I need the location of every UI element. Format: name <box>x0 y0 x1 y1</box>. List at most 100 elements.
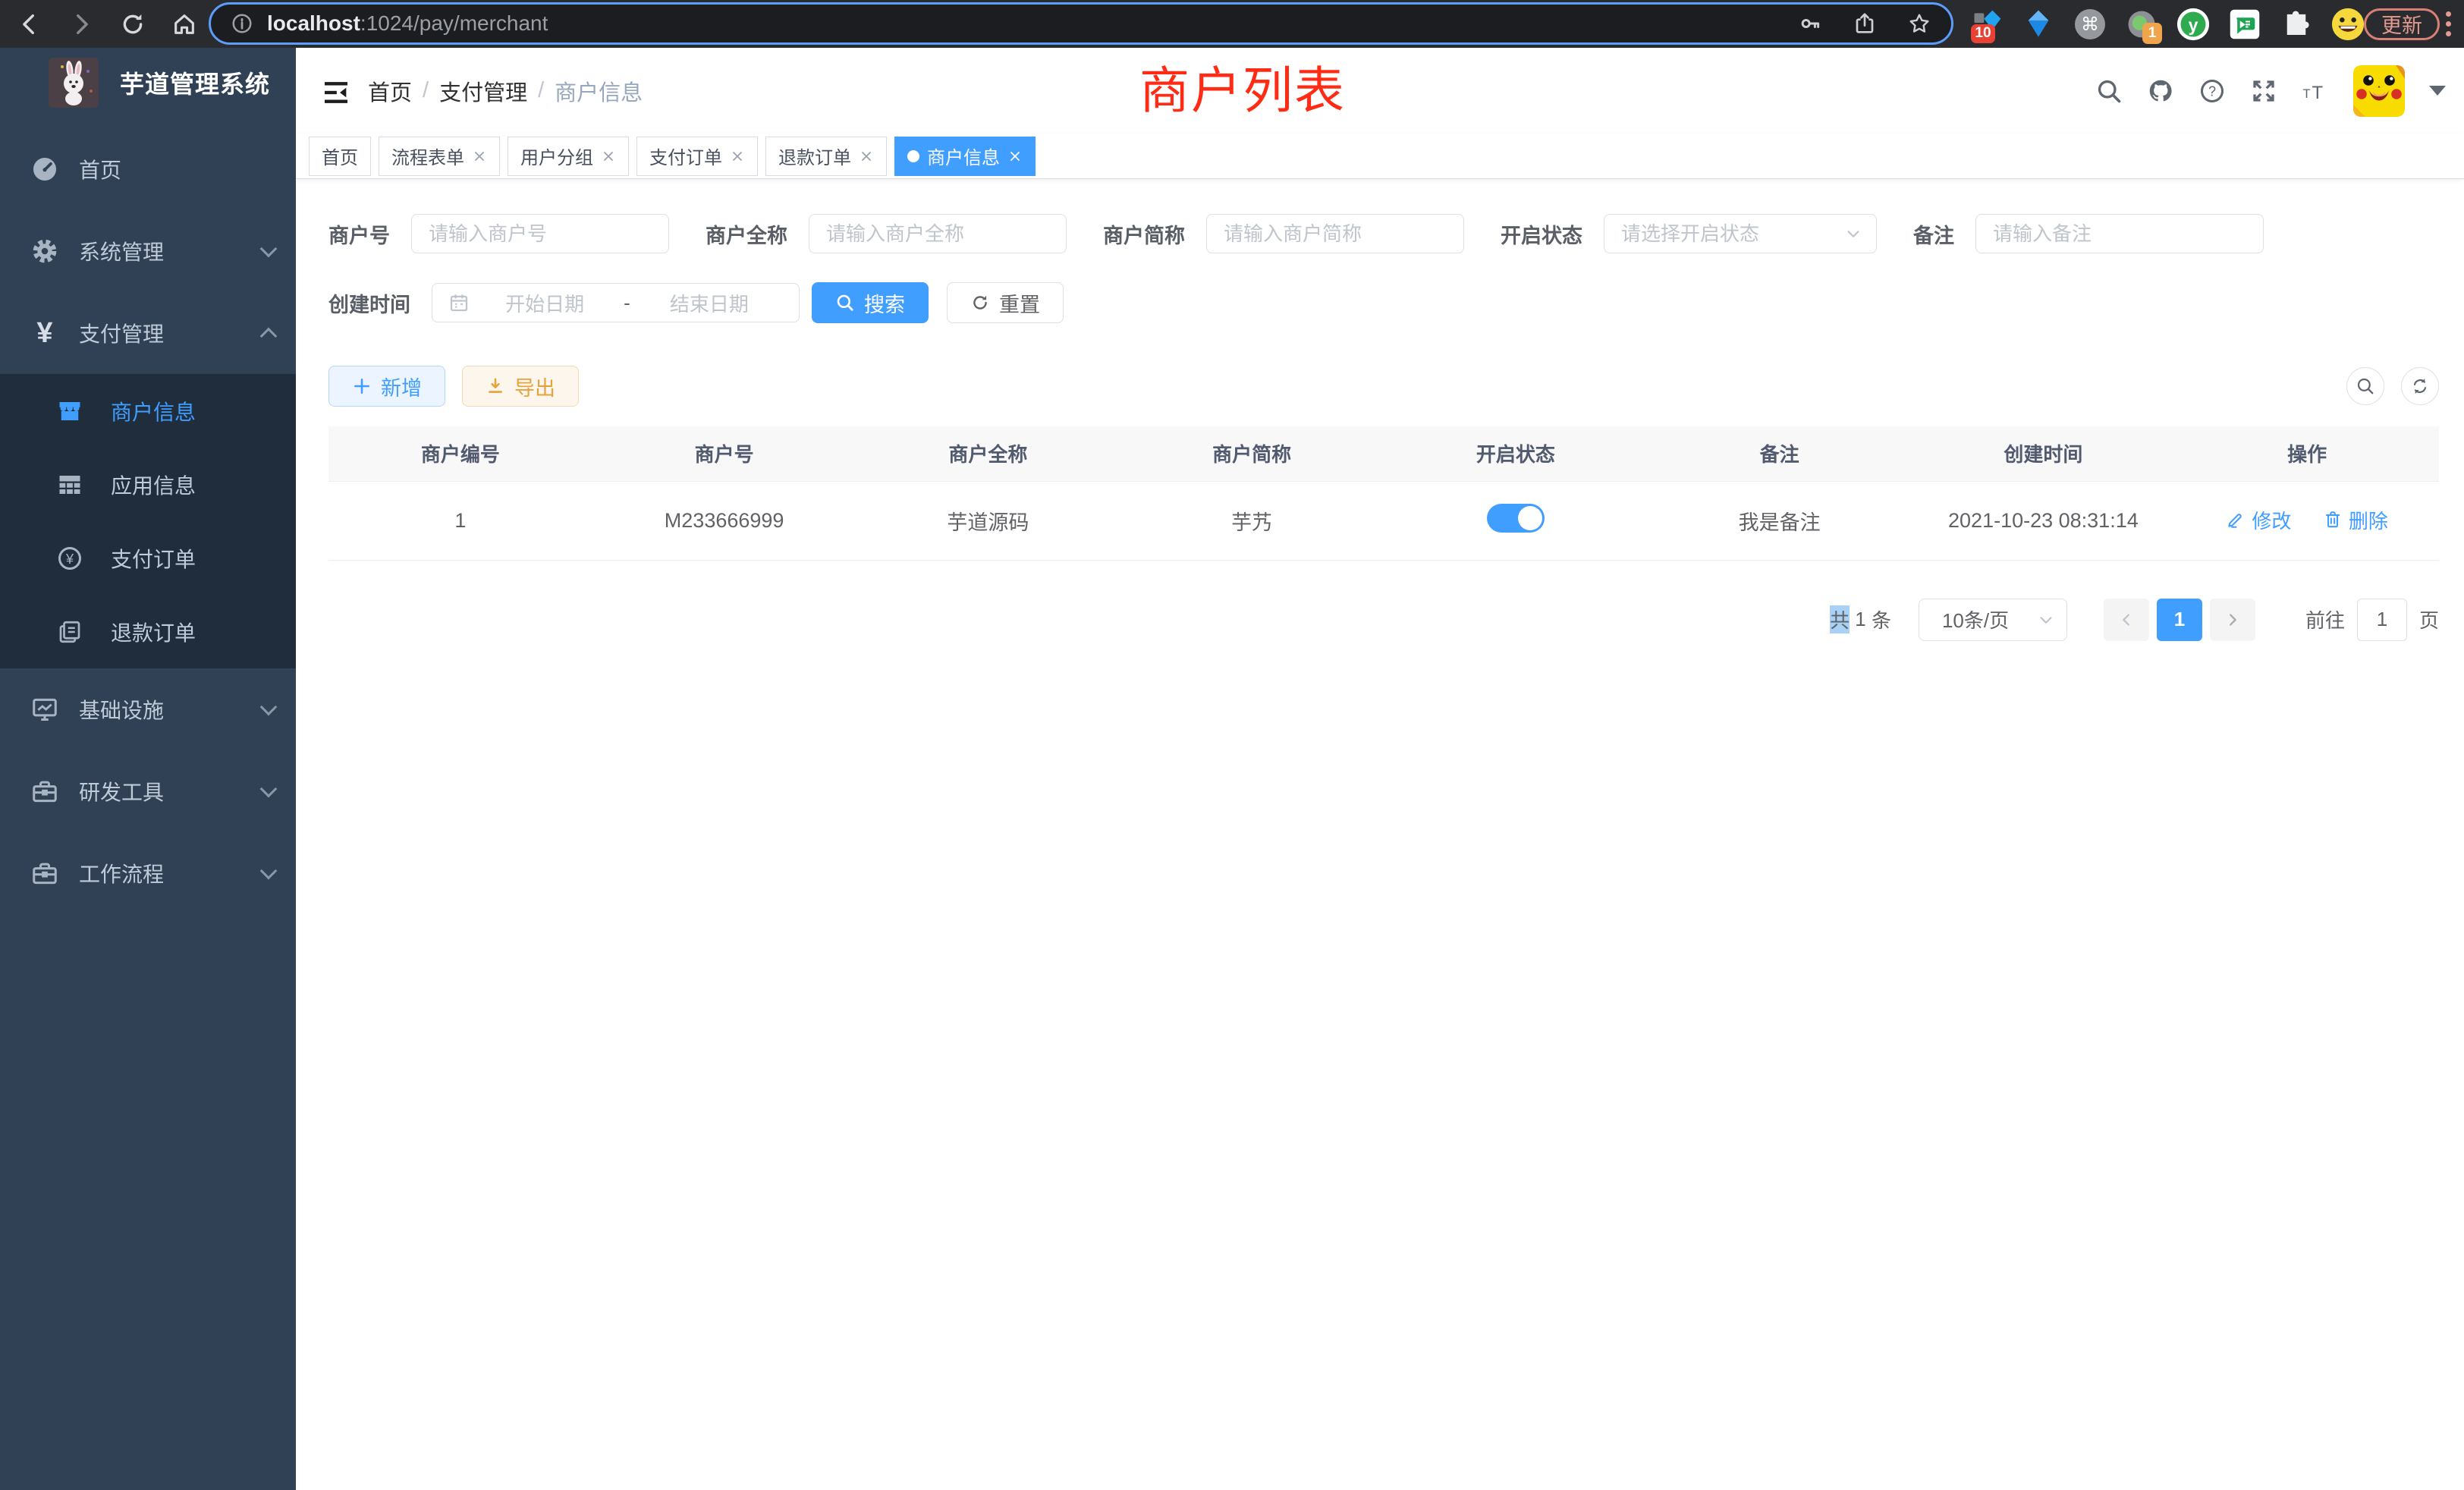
remark-label: 备注 <box>1913 219 1954 249</box>
bookmark-star-icon[interactable] <box>1907 11 1931 36</box>
page-number-1[interactable]: 1 <box>2157 599 2202 641</box>
dashboard-icon <box>30 155 59 184</box>
short-name-label: 商户简称 <box>1103 219 1185 249</box>
extension-blocker-icon[interactable]: 10 <box>1969 7 2004 42</box>
tab-refund-order[interactable]: 退款订单 <box>765 137 887 176</box>
sidebar: 芋道管理系统 首页 系统管理 ¥ 支付管理 商户信息 <box>0 48 296 1490</box>
filter-row-2: 创建时间 开始日期 - 结束日期 搜索 重置 <box>328 282 2439 323</box>
add-button[interactable]: 新增 <box>328 366 445 407</box>
tab-process-form[interactable]: 流程表单 <box>379 137 500 176</box>
breadcrumb-section[interactable]: 支付管理 <box>439 75 527 107</box>
url-bar[interactable]: localhost:1024/pay/merchant <box>209 2 1953 45</box>
chevron-down-icon <box>260 781 278 798</box>
breadcrumb-current: 商户信息 <box>555 75 643 107</box>
cell-remark: 我是备注 <box>1648 481 1912 560</box>
close-icon[interactable] <box>472 149 487 164</box>
short-name-input[interactable] <box>1206 214 1464 253</box>
goto-page-input[interactable] <box>2357 599 2407 641</box>
browser-update-button[interactable]: 更新 <box>2364 8 2440 40</box>
sidebar-item-refund-order[interactable]: 退款订单 <box>0 595 296 668</box>
calendar-icon <box>448 291 470 314</box>
full-name-input[interactable] <box>809 214 1067 253</box>
tab-merchant-info[interactable]: 商户信息 <box>894 137 1036 176</box>
col-short-name: 商户简称 <box>1120 426 1384 481</box>
browser-back-icon[interactable] <box>17 11 42 37</box>
grid-table-icon <box>56 471 83 498</box>
header-search-icon[interactable] <box>2095 77 2123 105</box>
remark-input[interactable] <box>1975 214 2264 253</box>
prev-page-button[interactable] <box>2104 599 2149 641</box>
merchant-no-input[interactable] <box>411 214 669 253</box>
password-key-icon[interactable] <box>1798 11 1822 36</box>
close-icon[interactable] <box>1007 149 1023 164</box>
breadcrumb: 首页 / 支付管理 / 商户信息 <box>368 75 643 107</box>
breadcrumb-home[interactable]: 首页 <box>368 75 412 107</box>
browser-reload-icon[interactable] <box>120 11 146 37</box>
sidebar-item-workflow[interactable]: 工作流程 <box>0 832 296 914</box>
create-time-label: 创建时间 <box>328 288 410 318</box>
search-icon <box>835 293 855 313</box>
reset-button[interactable]: 重置 <box>947 282 1064 323</box>
status-label: 开启状态 <box>1501 219 1582 249</box>
status-select[interactable] <box>1604 214 1877 253</box>
sidebar-item-pay-order[interactable]: ¥ 支付订单 <box>0 521 296 595</box>
sidebar-item-home[interactable]: 首页 <box>0 128 296 210</box>
sidebar-item-dev-tools[interactable]: 研发工具 <box>0 750 296 832</box>
sidebar-menu: 首页 系统管理 ¥ 支付管理 商户信息 应用信息 <box>0 118 296 914</box>
browser-forward-icon[interactable] <box>68 11 94 37</box>
next-page-button[interactable] <box>2210 599 2255 641</box>
github-icon[interactable] <box>2147 77 2174 105</box>
page-size-select[interactable]: 10条/页 <box>1919 599 2067 641</box>
extension-emoji-icon[interactable] <box>2330 7 2365 42</box>
tab-pay-order[interactable]: 支付订单 <box>636 137 758 176</box>
col-status: 开启状态 <box>1384 426 1648 481</box>
sidebar-item-merchant-info[interactable]: 商户信息 <box>0 374 296 448</box>
close-icon[interactable] <box>859 149 874 164</box>
browser-home-icon[interactable] <box>171 11 197 37</box>
help-icon[interactable]: ? <box>2198 77 2226 105</box>
font-size-icon[interactable]: TT <box>2302 77 2329 105</box>
site-info-icon[interactable] <box>231 12 253 35</box>
sidebar-fold-icon[interactable] <box>321 77 351 105</box>
extension-recorder-icon[interactable]: 1 <box>2124 7 2159 42</box>
close-icon[interactable] <box>601 149 616 164</box>
date-start-input[interactable]: 开始日期 <box>470 289 619 317</box>
tab-home[interactable]: 首页 <box>309 137 371 176</box>
sidebar-item-app-info[interactable]: 应用信息 <box>0 448 296 521</box>
toggle-search-button[interactable] <box>2346 367 2384 405</box>
share-icon[interactable] <box>1853 11 1877 36</box>
total-count: 共 1 条 <box>1830 605 1891 633</box>
sidebar-item-payment[interactable]: ¥ 支付管理 <box>0 292 296 374</box>
delete-link[interactable]: 删除 <box>2323 506 2388 534</box>
avatar-dropdown-caret-icon[interactable] <box>2429 86 2446 96</box>
edit-link[interactable]: 修改 <box>2226 506 2291 534</box>
browser-menu-icon[interactable] <box>2444 11 2452 36</box>
col-remark: 备注 <box>1648 426 1912 481</box>
search-button[interactable]: 搜索 <box>812 282 929 323</box>
page-header: 首页 / 支付管理 / 商户信息 ? TT <box>296 48 2464 134</box>
status-toggle[interactable] <box>1487 504 1545 533</box>
fullscreen-icon[interactable] <box>2250 77 2277 105</box>
extension-y-icon[interactable]: y <box>2176 7 2211 42</box>
close-icon[interactable] <box>730 149 745 164</box>
extension-chat-icon[interactable] <box>2227 7 2262 42</box>
pencil-icon <box>2226 510 2246 530</box>
extension-puzzle-icon[interactable] <box>2279 7 2314 42</box>
sidebar-item-infrastructure[interactable]: 基础设施 <box>0 668 296 750</box>
refresh-table-button[interactable] <box>2401 367 2439 405</box>
app-logo[interactable]: 芋道管理系统 <box>0 48 296 118</box>
sidebar-item-system[interactable]: 系统管理 <box>0 210 296 292</box>
cell-merchant-no: M233666999 <box>592 481 856 560</box>
svg-text:y: y <box>2189 14 2198 34</box>
extension-gem-icon[interactable] <box>2021 7 2056 42</box>
export-button[interactable]: 导出 <box>462 366 579 407</box>
chevron-down-icon <box>260 863 278 880</box>
logo-rabbit-image <box>49 58 99 108</box>
date-end-input[interactable]: 结束日期 <box>635 289 784 317</box>
extension-command-icon[interactable]: ⌘ <box>2073 7 2107 42</box>
date-range-picker[interactable]: 开始日期 - 结束日期 <box>432 283 800 322</box>
store-icon <box>56 398 83 425</box>
url-text: localhost:1024/pay/merchant <box>267 11 1798 36</box>
user-avatar[interactable] <box>2353 65 2405 117</box>
tab-user-group[interactable]: 用户分组 <box>508 137 629 176</box>
